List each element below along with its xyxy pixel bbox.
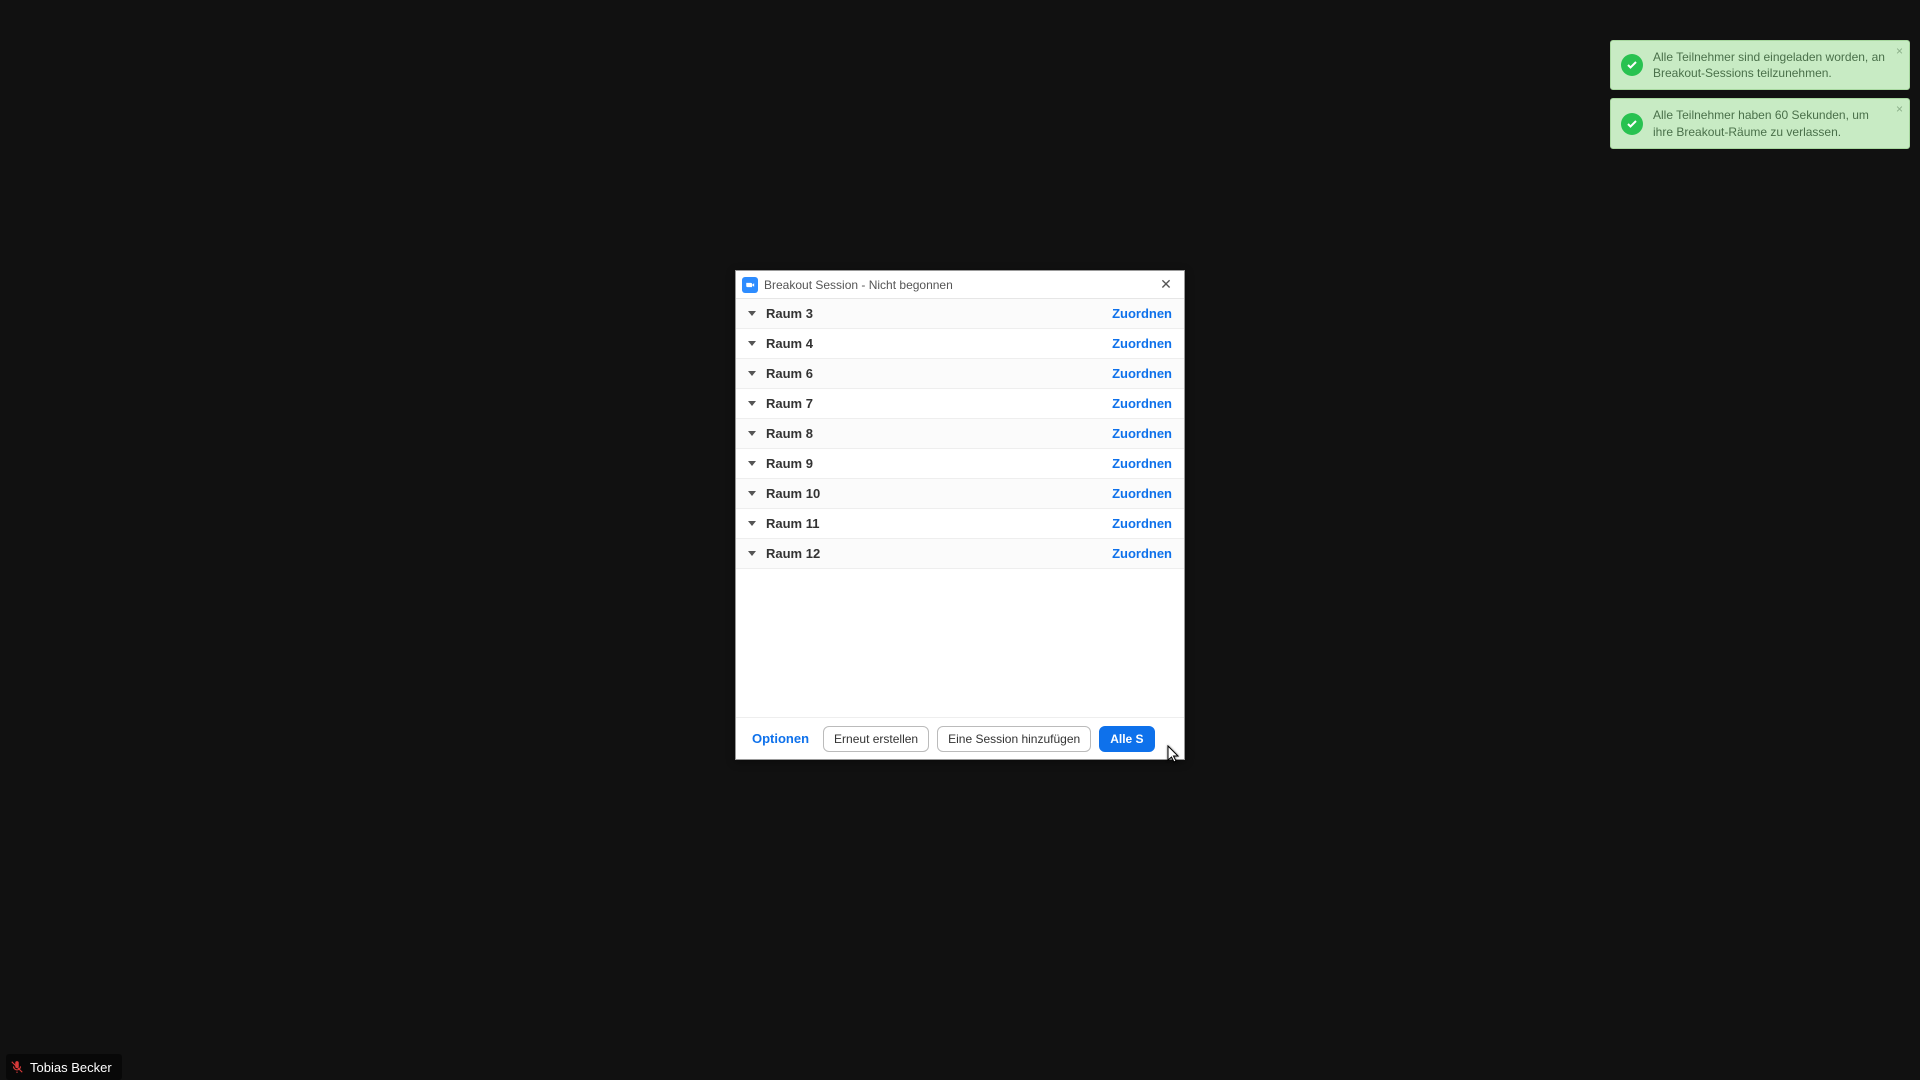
dialog-footer: Optionen Erneut erstellen Eine Session h… bbox=[736, 717, 1184, 759]
assign-link[interactable]: Zuordnen bbox=[1112, 336, 1172, 351]
chevron-down-icon[interactable] bbox=[748, 311, 756, 316]
toast-container: Alle Teilnehmer sind eingeladen worden, … bbox=[1610, 40, 1910, 149]
chevron-down-icon[interactable] bbox=[748, 401, 756, 406]
toast-message: Alle Teilnehmer sind eingeladen worden, … bbox=[1653, 49, 1887, 81]
chevron-down-icon[interactable] bbox=[748, 551, 756, 556]
participant-name: Tobias Becker bbox=[30, 1060, 112, 1075]
assign-link[interactable]: Zuordnen bbox=[1112, 396, 1172, 411]
assign-link[interactable]: Zuordnen bbox=[1112, 516, 1172, 531]
room-item[interactable]: Raum 4 Zuordnen bbox=[736, 329, 1184, 359]
room-item[interactable]: Raum 10 Zuordnen bbox=[736, 479, 1184, 509]
assign-link[interactable]: Zuordnen bbox=[1112, 306, 1172, 321]
mic-muted-icon bbox=[10, 1060, 24, 1074]
options-button[interactable]: Optionen bbox=[746, 727, 815, 750]
open-all-button[interactable]: Alle S bbox=[1099, 726, 1154, 752]
recreate-button[interactable]: Erneut erstellen bbox=[823, 726, 929, 752]
toast-message: Alle Teilnehmer haben 60 Sekunden, um ih… bbox=[1653, 107, 1887, 139]
room-name: Raum 9 bbox=[766, 456, 1112, 471]
room-name: Raum 6 bbox=[766, 366, 1112, 381]
add-session-button[interactable]: Eine Session hinzufügen bbox=[937, 726, 1091, 752]
toast-close-button[interactable]: × bbox=[1896, 103, 1903, 115]
room-item[interactable]: Raum 7 Zuordnen bbox=[736, 389, 1184, 419]
toast-close-button[interactable]: × bbox=[1896, 45, 1903, 57]
room-item[interactable]: Raum 12 Zuordnen bbox=[736, 539, 1184, 569]
assign-link[interactable]: Zuordnen bbox=[1112, 456, 1172, 471]
room-name: Raum 3 bbox=[766, 306, 1112, 321]
room-item[interactable]: Raum 11 Zuordnen bbox=[736, 509, 1184, 539]
dialog-header[interactable]: Breakout Session - Nicht begonnen ✕ bbox=[736, 271, 1184, 299]
chevron-down-icon[interactable] bbox=[748, 521, 756, 526]
toast-countdown: Alle Teilnehmer haben 60 Sekunden, um ih… bbox=[1610, 98, 1910, 148]
app-icon bbox=[742, 277, 758, 293]
room-item[interactable]: Raum 8 Zuordnen bbox=[736, 419, 1184, 449]
assign-link[interactable]: Zuordnen bbox=[1112, 546, 1172, 561]
room-item[interactable]: Raum 3 Zuordnen bbox=[736, 299, 1184, 329]
chevron-down-icon[interactable] bbox=[748, 431, 756, 436]
room-item[interactable]: Raum 6 Zuordnen bbox=[736, 359, 1184, 389]
assign-link[interactable]: Zuordnen bbox=[1112, 366, 1172, 381]
participant-label: Tobias Becker bbox=[6, 1054, 122, 1080]
chevron-down-icon[interactable] bbox=[748, 461, 756, 466]
room-name: Raum 10 bbox=[766, 486, 1112, 501]
assign-link[interactable]: Zuordnen bbox=[1112, 486, 1172, 501]
toast-invited: Alle Teilnehmer sind eingeladen worden, … bbox=[1610, 40, 1910, 90]
dialog-title: Breakout Session - Nicht begonnen bbox=[764, 278, 1148, 292]
room-name: Raum 12 bbox=[766, 546, 1112, 561]
room-name: Raum 8 bbox=[766, 426, 1112, 441]
check-icon bbox=[1621, 113, 1643, 135]
room-item[interactable]: Raum 9 Zuordnen bbox=[736, 449, 1184, 479]
check-icon bbox=[1621, 54, 1643, 76]
room-name: Raum 4 bbox=[766, 336, 1112, 351]
room-name: Raum 11 bbox=[766, 516, 1112, 531]
breakout-dialog: Breakout Session - Nicht begonnen ✕ Raum… bbox=[735, 270, 1185, 760]
room-list: Raum 3 Zuordnen Raum 4 Zuordnen Raum 6 Z… bbox=[736, 299, 1184, 569]
close-icon[interactable]: ✕ bbox=[1154, 276, 1178, 293]
dialog-spacer bbox=[736, 569, 1184, 717]
room-name: Raum 7 bbox=[766, 396, 1112, 411]
assign-link[interactable]: Zuordnen bbox=[1112, 426, 1172, 441]
chevron-down-icon[interactable] bbox=[748, 491, 756, 496]
chevron-down-icon[interactable] bbox=[748, 341, 756, 346]
chevron-down-icon[interactable] bbox=[748, 371, 756, 376]
